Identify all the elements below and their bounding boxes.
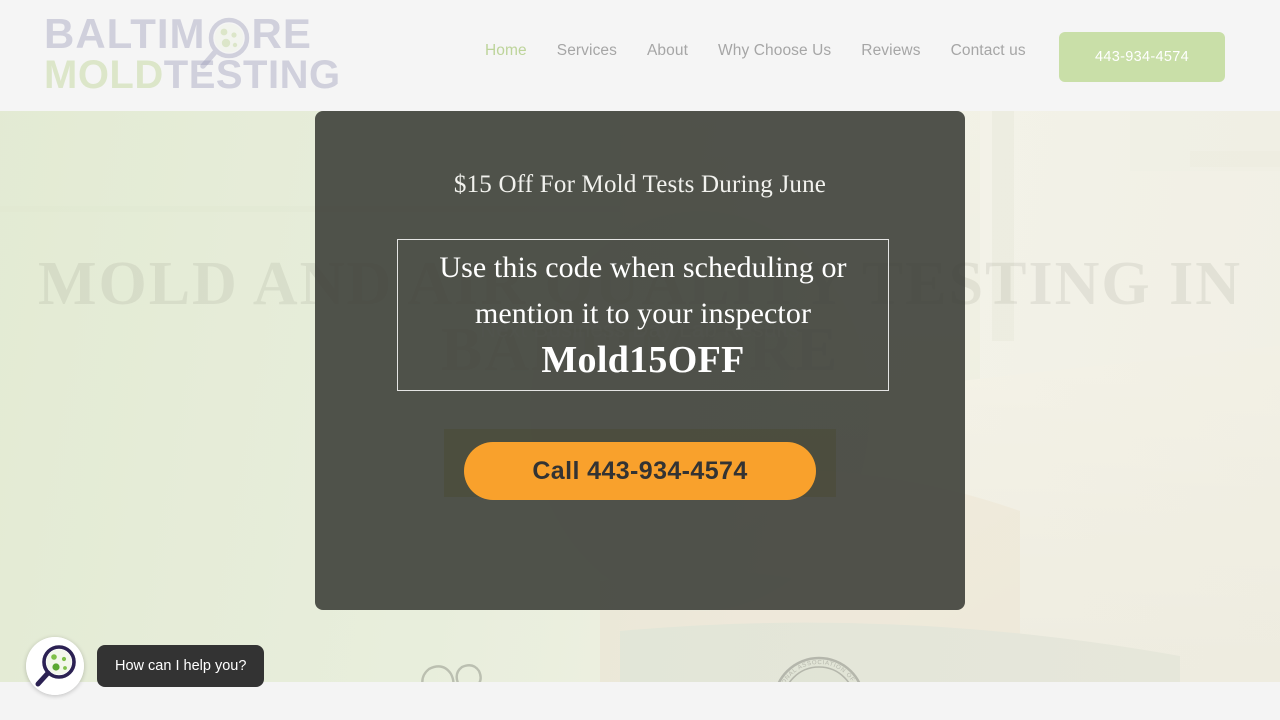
header-phone-button[interactable]: 443-934-4574: [1059, 32, 1225, 82]
chat-avatar[interactable]: [26, 637, 84, 695]
call-now-button[interactable]: Call 443-934-4574: [464, 442, 816, 500]
nav-item-reviews[interactable]: Reviews: [846, 42, 935, 60]
page-root: BALTIM RE MOLDTESTING Home Services About…: [0, 0, 1280, 720]
nav-item-why-choose-us[interactable]: Why Choose Us: [703, 42, 846, 60]
site-header: BALTIM RE MOLDTESTING Home Services About…: [0, 0, 1280, 111]
promo-code-value: Mold15OFF: [541, 338, 745, 381]
main-navigation: Home Services About Why Choose Us Review…: [470, 42, 1041, 60]
chat-widget: How can I help you?: [26, 637, 265, 695]
chat-message-bubble[interactable]: How can I help you?: [97, 645, 265, 687]
logo-text-baltim: BALTIM: [44, 10, 206, 57]
promo-code-instruction: Use this code when scheduling or mention…: [439, 250, 847, 330]
logo-line-moldtesting: MOLDTESTING: [44, 55, 344, 95]
iac2-certified-radon-badge: INTERNATIONAL ASSOCIATION OF CERTIFIED I…: [768, 652, 861, 682]
internachi-certified-mold-inspector-badge: INTERNACHI CERTIFIED MOLD INSPECTOR: [421, 664, 482, 682]
magnifying-glass-mold-avatar-icon: [26, 637, 84, 695]
magnifying-glass-mold-icon: [200, 17, 250, 69]
nav-item-services[interactable]: Services: [542, 42, 632, 60]
logo-text-testing: TESTING: [163, 53, 341, 97]
logo-text-re: RE: [251, 10, 312, 57]
nav-item-home[interactable]: Home: [470, 42, 542, 60]
logo-text-mold: MOLD: [44, 53, 164, 97]
promo-modal: $15 Off For Mold Tests During June Use t…: [315, 111, 965, 610]
logo-line-baltimore: BALTIM RE: [44, 13, 344, 55]
nav-item-about[interactable]: About: [632, 42, 703, 60]
nav-item-contact-us[interactable]: Contact us: [936, 42, 1041, 60]
promo-code-box: Use this code when scheduling or mention…: [397, 239, 889, 391]
site-logo[interactable]: BALTIM RE MOLDTESTING: [44, 13, 344, 96]
promo-modal-heading: $15 Off For Mold Tests During June: [453, 171, 827, 198]
